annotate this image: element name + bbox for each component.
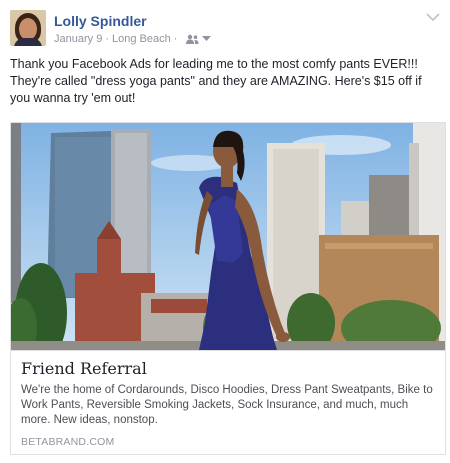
post-text: Thank you Facebook Ads for leading me to… <box>10 57 422 105</box>
link-preview[interactable]: Friend Referral We're the home of Cordar… <box>10 122 446 455</box>
link-preview-image[interactable] <box>11 123 445 350</box>
post-meta: January 9 · Long Beach · <box>54 32 212 46</box>
link-description: We're the home of Cordarounds, Disco Hoo… <box>21 384 433 426</box>
avatar[interactable] <box>10 10 46 46</box>
link-caption[interactable]: Friend Referral We're the home of Cordar… <box>11 350 445 454</box>
author-name[interactable]: Lolly Spindler <box>54 12 147 30</box>
friends-icon <box>186 34 199 44</box>
link-domain: BETABRAND.COM <box>21 436 115 448</box>
chevron-down-icon[interactable] <box>426 12 440 22</box>
facebook-post: Lolly Spindler January 9 · Long Beach · <box>0 0 450 463</box>
post-header: Lolly Spindler January 9 · Long Beach · <box>10 10 440 50</box>
meta-separator: · <box>173 33 178 45</box>
audience-selector[interactable] <box>186 34 212 44</box>
woman-in-blue-dress-city-photo <box>11 123 445 350</box>
link-title: Friend Referral <box>21 359 147 378</box>
meta-separator: · <box>105 33 109 45</box>
post-date[interactable]: January 9 <box>54 32 102 46</box>
post-location[interactable]: Long Beach <box>112 32 171 46</box>
chevron-down-icon <box>202 36 212 41</box>
